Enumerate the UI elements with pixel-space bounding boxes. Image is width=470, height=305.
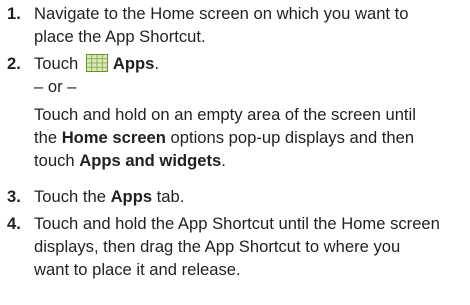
apps-tab-term: Apps [110,187,153,206]
step-2-alt-line-2-post: options pop-up displays and then [165,128,415,147]
step-2-alt-line-2-pre: the [34,128,62,147]
step-2-apps-label: Apps [112,54,155,73]
step-3-number: 3. [7,187,21,206]
step-4-line-3: want to place it and release. [34,260,241,279]
step-2-period: . [154,54,160,73]
instruction-steps: 1. Navigate to the Home screen on which … [0,0,470,305]
step-1-line-1: Navigate to the Home screen on which you… [34,4,409,23]
home-screen-term: Home screen [61,128,166,147]
step-3-post: tab. [152,187,185,206]
step-2-alt-line-3-pre: touch [34,151,80,170]
apps-grid-icon [85,54,108,72]
step-2-or-line: – or – [34,77,77,96]
step-4-line-2: displays, then drag the App Shortcut to … [34,237,401,256]
step-4-number: 4. [7,214,21,233]
step-3-pre: Touch the [34,187,111,206]
step-2-alt-line-2: the Home screen options pop-up displays … [34,127,414,150]
step-3-line-1: Touch the Apps tab. [34,186,184,209]
step-2-alt-line-3-post: . [221,151,226,170]
step-1-number: 1. [7,4,21,23]
step-2-alt-line-1: Touch and hold on an empty area of the s… [34,105,416,124]
step-2-alt-line-3: touch Apps and widgets. [34,150,226,173]
step-1-line-2: place the App Shortcut. [34,27,206,46]
step-4-line-1: Touch and hold the App Shortcut until th… [34,214,440,233]
apps-and-widgets-term: Apps and widgets [79,151,222,170]
step-2-number: 2. [7,54,21,73]
step-2-line-1: Touch Apps. [34,53,159,76]
step-2-touch-text: Touch [34,54,79,73]
